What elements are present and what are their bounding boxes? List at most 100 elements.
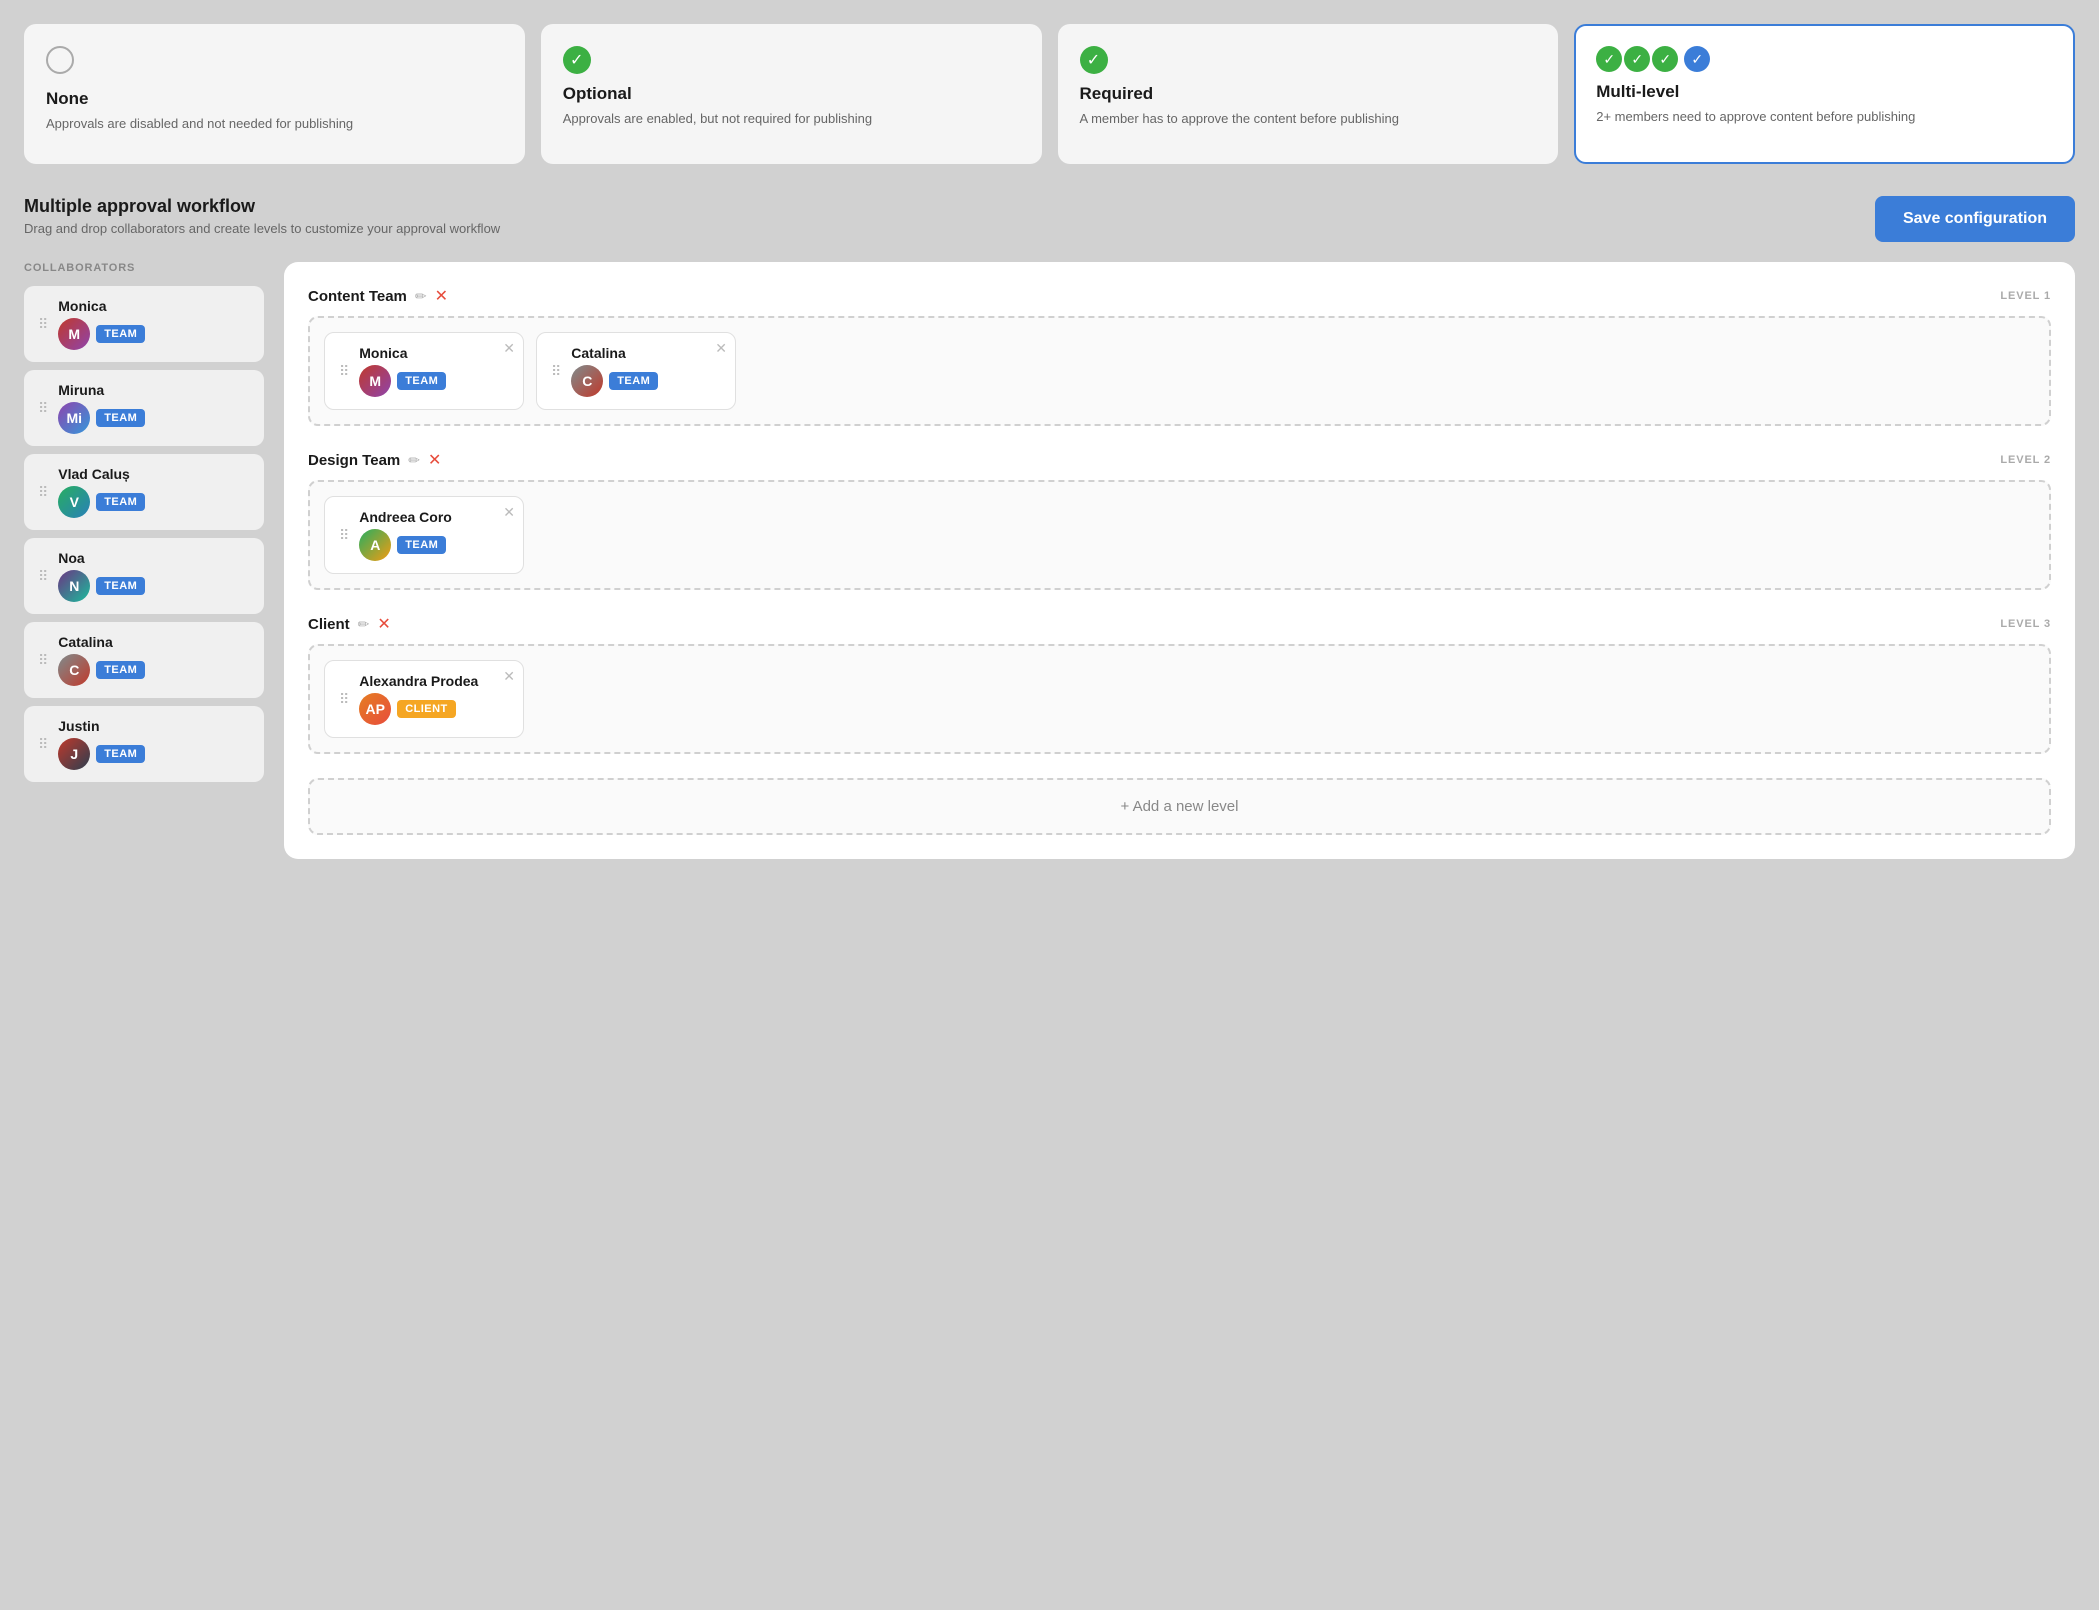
level-badge: LEVEL 1 [2000, 290, 2051, 302]
blue-check-icon: ✓ [1684, 46, 1710, 72]
level-header: Client ✏ ✕ LEVEL 3 [308, 614, 2051, 634]
collaborator-item-miruna[interactable]: ⠿ Miruna Mi TEAM [24, 370, 264, 446]
team-tag: TEAM [96, 661, 145, 679]
collab-info: Justin J TEAM [58, 718, 145, 770]
avatar: M [359, 365, 391, 397]
collaborator-item-catalina[interactable]: ⠿ Catalina C TEAM [24, 622, 264, 698]
level-title-row: Design Team ✏ ✕ [308, 450, 441, 470]
collab-info: Monica M TEAM [58, 298, 145, 350]
team-tag: TEAM [609, 372, 658, 390]
card-title: Required [1080, 84, 1537, 104]
collaborators-panel: COLLABORATORS ⠿ Monica M TEAM ⠿ Miruna M… [24, 262, 264, 790]
card-icon: ✓ [1080, 46, 1537, 74]
level-title: Content Team [308, 288, 407, 305]
approval-type-cards: None Approvals are disabled and not need… [24, 24, 2075, 164]
remove-member-button[interactable]: ✕ [715, 341, 727, 355]
level-block-1: Content Team ✏ ✕ LEVEL 1 ⠿ Monica M TEAM… [308, 286, 2051, 426]
avatar: Mi [58, 402, 90, 434]
collaborator-item-noa[interactable]: ⠿ Noa N TEAM [24, 538, 264, 614]
circle-icon [46, 46, 74, 74]
team-tag: TEAM [96, 577, 145, 595]
member-name: Catalina [571, 345, 658, 361]
collaborator-item-monica[interactable]: ⠿ Monica M TEAM [24, 286, 264, 362]
section-subtitle: Drag and drop collaborators and create l… [24, 221, 500, 236]
card-title: Multi-level [1596, 82, 2053, 102]
level-header: Design Team ✏ ✕ LEVEL 2 [308, 450, 2051, 470]
level-badge: LEVEL 2 [2000, 454, 2051, 466]
collab-name: Catalina [58, 634, 145, 650]
collab-info: Vlad Caluș V TEAM [58, 466, 145, 518]
avatar: C [571, 365, 603, 397]
level-block-2: Design Team ✏ ✕ LEVEL 2 ⠿ Andreea Coro A… [308, 450, 2051, 590]
member-name: Monica [359, 345, 446, 361]
card-title: Optional [563, 84, 1020, 104]
save-configuration-button[interactable]: Save configuration [1875, 196, 2075, 242]
edit-level-icon[interactable]: ✏ [408, 452, 420, 469]
add-level-button[interactable]: + Add a new level [308, 778, 2051, 835]
drag-handle: ⠿ [38, 652, 48, 669]
check-icon: ✓ [1080, 46, 1108, 74]
member-name: Andreea Coro [359, 509, 452, 525]
check-icon-3: ✓ [1652, 46, 1678, 72]
card-icon: ✓ ✓ ✓ ✓ [1596, 46, 2053, 72]
member-info: Andreea Coro A TEAM [359, 509, 452, 561]
section-header: Multiple approval workflow Drag and drop… [24, 196, 2075, 242]
drag-handle: ⠿ [551, 363, 561, 380]
level-dropzone[interactable]: ⠿ Monica M TEAM ✕ ⠿ Catalina C TEAM ✕ [308, 316, 2051, 426]
member-card-1[interactable]: ⠿ Catalina C TEAM ✕ [536, 332, 736, 410]
level-dropzone[interactable]: ⠿ Andreea Coro A TEAM ✕ [308, 480, 2051, 590]
delete-level-icon[interactable]: ✕ [435, 286, 448, 306]
delete-level-icon[interactable]: ✕ [428, 450, 441, 470]
team-tag: TEAM [397, 536, 446, 554]
level-title-row: Client ✏ ✕ [308, 614, 391, 634]
level-title: Design Team [308, 452, 400, 469]
collab-name: Monica [58, 298, 145, 314]
remove-member-button[interactable]: ✕ [503, 341, 515, 355]
level-dropzone[interactable]: ⠿ Alexandra Prodea AP CLIENT ✕ [308, 644, 2051, 754]
delete-level-icon[interactable]: ✕ [377, 614, 390, 634]
member-card-0[interactable]: ⠿ Alexandra Prodea AP CLIENT ✕ [324, 660, 524, 738]
approval-card-optional[interactable]: ✓ Optional Approvals are enabled, but no… [541, 24, 1042, 164]
remove-member-button[interactable]: ✕ [503, 505, 515, 519]
level-header: Content Team ✏ ✕ LEVEL 1 [308, 286, 2051, 306]
collab-info: Noa N TEAM [58, 550, 145, 602]
drag-handle: ⠿ [339, 527, 349, 544]
drag-handle: ⠿ [339, 363, 349, 380]
card-title: None [46, 89, 503, 109]
check-icon: ✓ [563, 46, 591, 74]
remove-member-button[interactable]: ✕ [503, 669, 515, 683]
approval-card-none[interactable]: None Approvals are disabled and not need… [24, 24, 525, 164]
member-name: Alexandra Prodea [359, 673, 478, 689]
check-icon-1: ✓ [1596, 46, 1622, 72]
card-icon [46, 46, 503, 79]
member-card-0[interactable]: ⠿ Monica M TEAM ✕ [324, 332, 524, 410]
team-tag: TEAM [96, 745, 145, 763]
avatar: V [58, 486, 90, 518]
drag-handle: ⠿ [38, 736, 48, 753]
edit-level-icon[interactable]: ✏ [358, 616, 370, 633]
avatar: C [58, 654, 90, 686]
card-icon: ✓ [563, 46, 1020, 74]
collab-info: Catalina C TEAM [58, 634, 145, 686]
edit-level-icon[interactable]: ✏ [415, 288, 427, 305]
collab-name: Miruna [58, 382, 145, 398]
card-desc: A member has to approve the content befo… [1080, 110, 1537, 128]
card-desc: Approvals are enabled, but not required … [563, 110, 1020, 128]
level-title-row: Content Team ✏ ✕ [308, 286, 448, 306]
workflow-panel: Content Team ✏ ✕ LEVEL 1 ⠿ Monica M TEAM… [284, 262, 2075, 859]
avatar: N [58, 570, 90, 602]
collab-name: Justin [58, 718, 145, 734]
section-title: Multiple approval workflow [24, 196, 500, 217]
collab-info: Miruna Mi TEAM [58, 382, 145, 434]
team-tag: TEAM [96, 493, 145, 511]
collaborator-item-vlad-caluș[interactable]: ⠿ Vlad Caluș V TEAM [24, 454, 264, 530]
approval-card-required[interactable]: ✓ Required A member has to approve the c… [1058, 24, 1559, 164]
approval-card-multi-level[interactable]: ✓ ✓ ✓ ✓ Multi-level 2+ members need to a… [1574, 24, 2075, 164]
collaborator-item-justin[interactable]: ⠿ Justin J TEAM [24, 706, 264, 782]
levels-container: Content Team ✏ ✕ LEVEL 1 ⠿ Monica M TEAM… [308, 286, 2051, 754]
collaborators-label: COLLABORATORS [24, 262, 264, 274]
avatar: AP [359, 693, 391, 725]
team-tag: TEAM [96, 325, 145, 343]
member-card-0[interactable]: ⠿ Andreea Coro A TEAM ✕ [324, 496, 524, 574]
team-tag: TEAM [397, 372, 446, 390]
